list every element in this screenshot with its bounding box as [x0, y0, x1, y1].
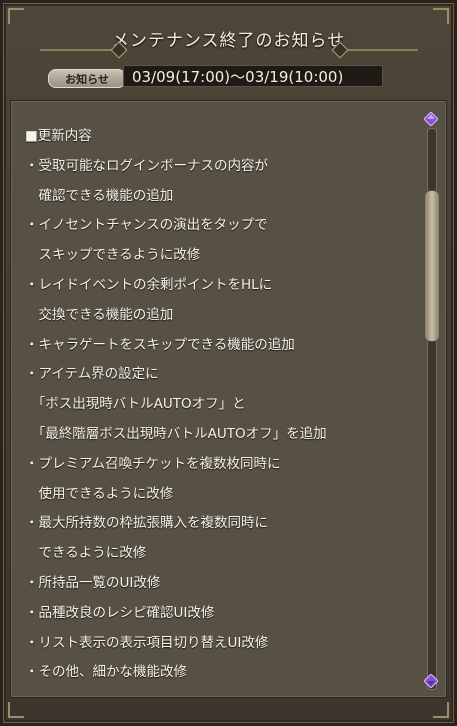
notice-line: ・所持品一覧のUI改修	[25, 574, 161, 591]
notice-period: 03/09(17:00)～03/19(10:00)	[123, 65, 383, 87]
frame-corner-ornament	[8, 8, 24, 24]
notice-title: メンテナンス終了のお知らせ	[111, 31, 346, 51]
notice-category-badge: お知らせ	[48, 69, 126, 88]
purple-gem-down-icon[interactable]	[424, 674, 438, 688]
notice-line: ・リスト表示の表示項目切り替えUI改修	[25, 634, 269, 651]
notice-line: 確認できる機能の追加	[25, 187, 174, 204]
notice-line: ・その他、細かな機能改修	[25, 664, 187, 681]
notice-line: ・イノセントチャンスの演出をタップで	[25, 217, 268, 234]
notice-line: スキップできるように改修	[25, 247, 201, 264]
notice-line: ・最大所持数の枠拡張購入を複数同時に	[25, 515, 268, 532]
notice-line: ・レイドイベントの余剰ポイントをHLに	[25, 276, 273, 293]
notice-line: 交換できる機能の追加	[25, 306, 174, 323]
notice-line: 「最終階層ボス出現時バトルAUTOオフ」を追加	[25, 425, 327, 442]
frame-corner-ornament	[8, 702, 24, 718]
notice-line: ・アイテム界の設定に	[25, 366, 159, 383]
purple-gem-up-icon[interactable]	[424, 112, 438, 126]
notice-line: ■更新内容	[25, 128, 92, 144]
frame-corner-ornament	[433, 8, 449, 24]
title-divider-left	[40, 49, 118, 51]
notice-line: できるように改修	[25, 545, 147, 562]
frame-corner-ornament	[433, 702, 449, 718]
notice-line: ・品種改良のレシピ確認UI改修	[25, 604, 215, 621]
title-divider-right	[340, 49, 418, 51]
notice-line: 使用できるように改修	[25, 485, 174, 502]
notice-body-panel[interactable]: ■更新内容・受取可能なログインボーナスの内容が 確認できる機能の追加・イノセント…	[10, 100, 447, 698]
notice-line: ・キャラゲートをスキップできる機能の追加	[25, 336, 295, 353]
notice-line: 「ボス出現時バトルAUTOオフ」と	[25, 396, 246, 413]
notice-line: ・プレミアム召喚チケットを複数枚同時に	[25, 455, 281, 472]
scrollbar-thumb[interactable]	[424, 190, 440, 342]
notice-body-text: ■更新内容・受取可能なログインボーナスの内容が 確認できる機能の追加・イノセント…	[25, 122, 415, 688]
notice-line: ・受取可能なログインボーナスの内容が	[25, 157, 268, 174]
